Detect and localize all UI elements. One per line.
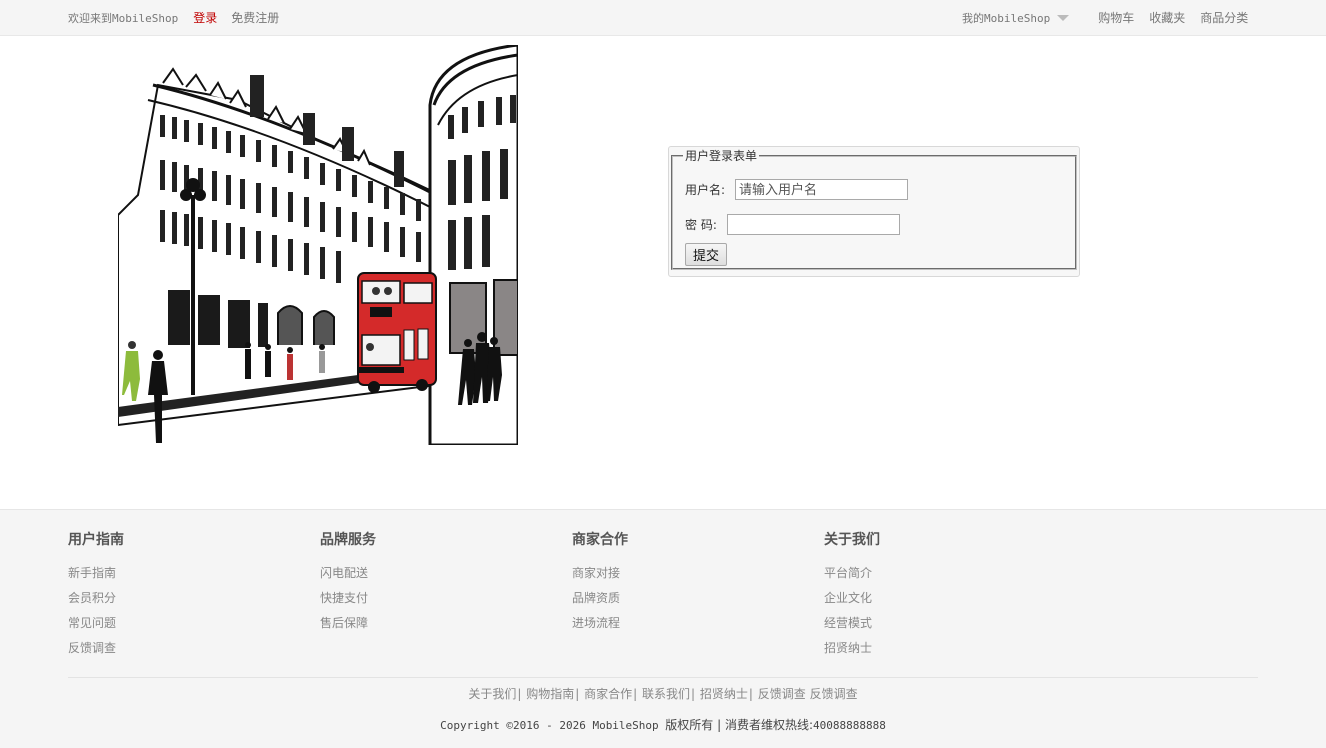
bottom-link-contact[interactable]: 联系我们	[642, 687, 690, 701]
username-row: 用户名:	[685, 179, 909, 200]
login-panel: 用户登录表单 用户名: 密 码: 提交	[668, 146, 1080, 277]
bottom-link-shopping-guide[interactable]: 购物指南	[526, 687, 574, 701]
login-link[interactable]: 登录	[193, 9, 217, 26]
bottom-link-merchant[interactable]: 商家合作	[584, 687, 632, 701]
footer-column-about: 关于我们 平台简介 企业文化 经营模式 招贤纳士	[824, 530, 1024, 661]
footer-column-title: 关于我们	[824, 532, 880, 548]
footer-link[interactable]: 反馈调查	[68, 636, 268, 661]
top-bar: 欢迎来到MobileShop 登录 免费注册 我的MobileShop 购物车 …	[0, 0, 1326, 36]
bottom-link-feedback-2[interactable]: 反馈调查	[810, 687, 858, 701]
footer-link[interactable]: 经营模式	[824, 611, 1024, 636]
my-shop-label: 我的MobileShop	[962, 11, 1051, 25]
bottom-link-about[interactable]: 关于我们	[468, 687, 516, 701]
welcome-text: 欢迎来到MobileShop	[68, 11, 179, 25]
footer-column-merchant: 商家合作 商家对接 品牌资质 进场流程	[572, 530, 772, 636]
footer-link[interactable]: 常见问题	[68, 611, 268, 636]
copyright: Copyright ©2016 - 2026 MobileShop 版权所有 |…	[0, 716, 1326, 733]
street-illustration	[118, 45, 518, 445]
footer: 用户指南 新手指南 会员积分 常见问题 反馈调查 品牌服务 闪电配送 快捷支付 …	[0, 509, 1326, 748]
footer-column-title: 用户指南	[68, 532, 124, 548]
footer-link[interactable]: 会员积分	[68, 586, 268, 611]
bottom-link-feedback[interactable]: 反馈调查	[758, 687, 806, 701]
submit-button[interactable]: 提交	[685, 243, 728, 266]
bottom-link-careers[interactable]: 招贤纳士	[700, 687, 748, 701]
username-input[interactable]	[735, 179, 909, 200]
cart-link[interactable]: 购物车	[1098, 9, 1134, 26]
footer-column-title: 品牌服务	[320, 532, 376, 548]
footer-column-user-guide: 用户指南 新手指南 会员积分 常见问题 反馈调查	[68, 530, 268, 661]
footer-column-brand-service: 品牌服务 闪电配送 快捷支付 售后保障	[320, 530, 520, 636]
footer-link[interactable]: 平台简介	[824, 561, 1024, 586]
copyright-rights: 版权所有 | 消费者维权热线:	[665, 718, 814, 732]
footer-link[interactable]: 企业文化	[824, 586, 1024, 611]
footer-link[interactable]: 进场流程	[572, 611, 772, 636]
my-shop-menu[interactable]: 我的MobileShop	[962, 10, 1070, 26]
bottom-links: 关于我们| 购物指南| 商家合作| 联系我们| 招贤纳士| 反馈调查 反馈调查	[468, 687, 858, 701]
footer-link[interactable]: 商家对接	[572, 561, 772, 586]
footer-link[interactable]: 闪电配送	[320, 561, 520, 586]
copyright-prefix: Copyright ©2016 - 2026 MobileShop	[440, 719, 666, 732]
footer-column-title: 商家合作	[572, 532, 628, 548]
login-form-legend: 用户登录表单	[685, 149, 758, 163]
username-label: 用户名:	[685, 183, 726, 197]
chevron-down-icon	[1056, 13, 1070, 23]
favorites-link[interactable]: 收藏夹	[1149, 9, 1185, 26]
password-label: 密 码:	[685, 218, 717, 232]
password-input[interactable]	[726, 214, 900, 235]
footer-link[interactable]: 招贤纳士	[824, 636, 1024, 661]
login-form: 用户登录表单 用户名: 密 码: 提交	[671, 149, 1077, 270]
footer-link[interactable]: 新手指南	[68, 561, 268, 586]
password-row: 密 码:	[685, 214, 900, 235]
categories-link[interactable]: 商品分类	[1200, 9, 1248, 26]
hotline-number: 40088888888	[813, 719, 886, 732]
footer-link[interactable]: 售后保障	[320, 611, 520, 636]
footer-link[interactable]: 快捷支付	[320, 586, 520, 611]
footer-link[interactable]: 品牌资质	[572, 586, 772, 611]
register-link[interactable]: 免费注册	[231, 9, 279, 26]
footer-divider	[68, 677, 1258, 678]
